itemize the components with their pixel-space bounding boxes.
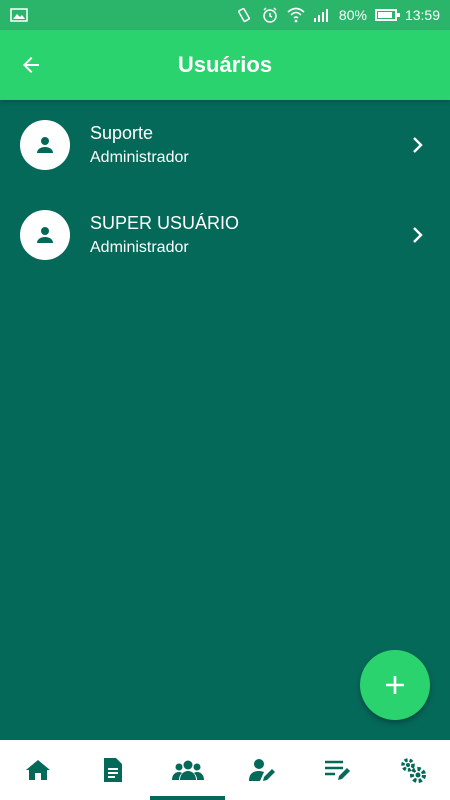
arrow-left-icon	[23, 57, 39, 73]
list-edit-icon	[324, 760, 350, 780]
nav-list-edit[interactable]	[300, 740, 375, 800]
clock: 13:59	[404, 7, 440, 23]
vibrate-icon	[235, 6, 253, 24]
list-item[interactable]: Suporte Administrador	[0, 100, 450, 190]
plus-icon	[386, 676, 404, 694]
user-icon	[37, 137, 53, 153]
document-icon	[103, 758, 122, 782]
battery-percent: 80%	[338, 7, 367, 23]
status-bar: 80% 13:59	[0, 0, 450, 30]
bottom-nav	[0, 740, 450, 800]
settings-icon	[400, 758, 426, 783]
user-name: SUPER USUÁRIO	[90, 213, 240, 233]
wifi-icon	[287, 6, 305, 24]
nav-user-edit[interactable]	[225, 740, 300, 800]
add-user-button[interactable]	[360, 650, 430, 720]
avatar	[20, 120, 70, 170]
user-name: Suporte	[90, 123, 154, 143]
user-icon	[37, 227, 53, 243]
nav-home[interactable]	[0, 740, 75, 800]
battery-icon	[374, 9, 400, 21]
page-title: Usuários	[177, 52, 273, 77]
nav-settings[interactable]	[375, 740, 450, 800]
home-icon	[25, 760, 50, 780]
avatar	[20, 210, 70, 260]
signal-icon	[313, 6, 331, 24]
chevron-right-icon	[406, 133, 430, 157]
image-icon	[10, 6, 28, 24]
nav-users[interactable]	[150, 740, 225, 800]
user-list: Suporte Administrador SUPER USUÁRIO Admi…	[0, 100, 450, 280]
back-button[interactable]	[16, 50, 46, 80]
list-item[interactable]: SUPER USUÁRIO Administrador	[0, 190, 450, 280]
users-icon	[171, 760, 204, 780]
user-role: Administrador	[90, 149, 189, 166]
chevron-right-icon	[406, 223, 430, 247]
alarm-icon	[261, 6, 279, 24]
user-edit-icon	[248, 759, 275, 781]
app-bar: Usuários	[0, 30, 450, 100]
nav-documents[interactable]	[75, 740, 150, 800]
user-role: Administrador	[90, 239, 189, 256]
